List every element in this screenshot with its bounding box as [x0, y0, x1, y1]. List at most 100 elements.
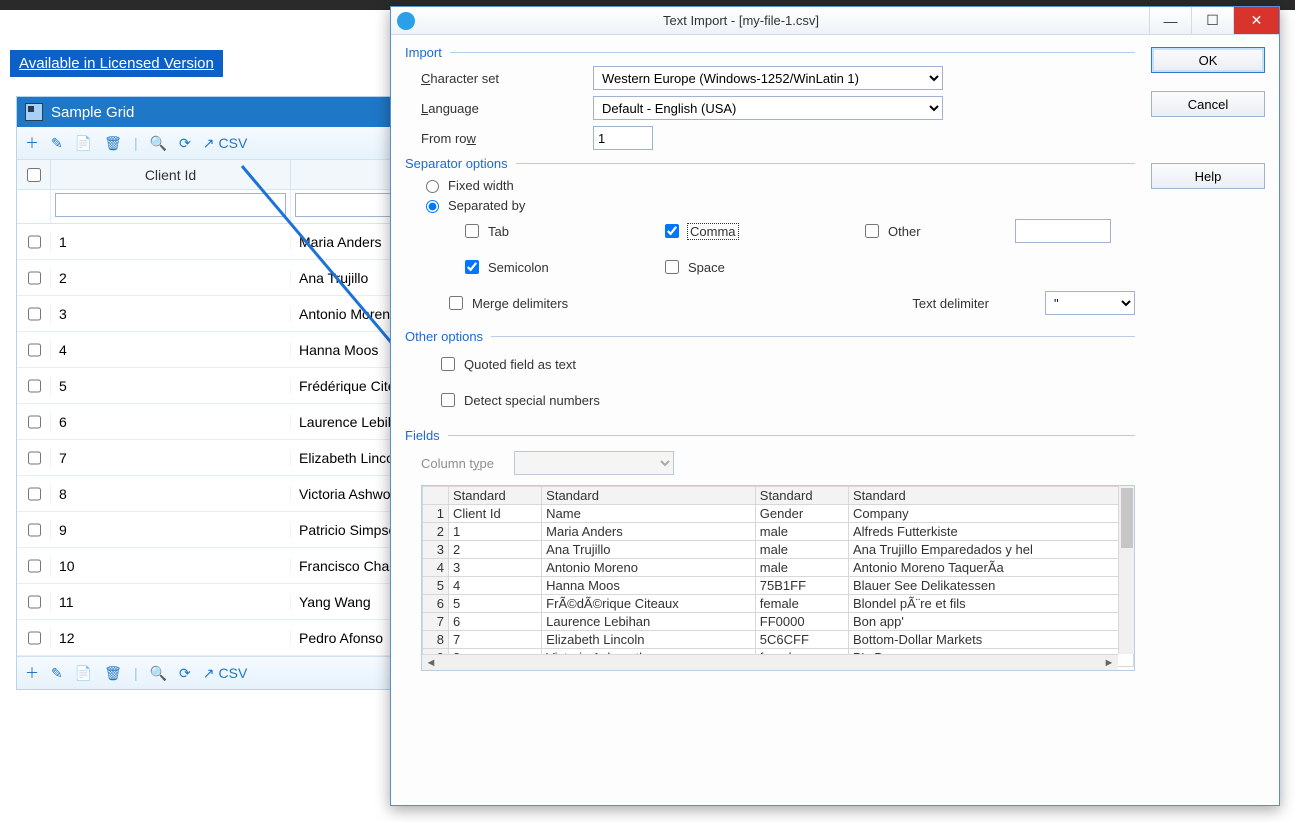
preview-col-header[interactable]: Standard [755, 487, 848, 505]
column-type-select[interactable] [514, 451, 674, 475]
row-checkbox[interactable] [28, 595, 41, 609]
edit-row-button-b[interactable]: ✎ [51, 665, 63, 682]
separated-by-label: Separated by [448, 198, 525, 213]
row-checkbox[interactable] [28, 487, 41, 501]
dialog-titlebar[interactable]: Text Import - [my-file-1.csv] — ☐ ✕ [391, 7, 1279, 35]
other-checkbox[interactable] [865, 224, 879, 238]
preview-table[interactable]: StandardStandardStandardStandard1Client … [422, 486, 1134, 667]
search-button-b[interactable]: 🔍 [150, 665, 167, 682]
merge-delimiters-checkbox[interactable] [449, 296, 463, 310]
refresh-button[interactable]: ⟳ [179, 135, 191, 152]
preview-cell: Client Id [449, 505, 542, 523]
comma-checkbox[interactable] [665, 224, 679, 238]
preview-cell: Antonio Moreno [542, 559, 756, 577]
preview-row-number: 3 [423, 541, 449, 559]
delete-row-button[interactable]: 🗑 [104, 135, 122, 152]
search-button[interactable]: 🔍 [150, 135, 167, 152]
detect-numbers-checkbox[interactable] [441, 393, 455, 407]
hscroll-right[interactable]: ► [1102, 656, 1116, 670]
preview-row-number: 7 [423, 613, 449, 631]
preview-cell: 2 [449, 541, 542, 559]
preview-vscroll[interactable] [1118, 486, 1134, 654]
cell-client-id: 5 [51, 378, 291, 394]
preview-cell: Maria Anders [542, 523, 756, 541]
semicolon-checkbox[interactable] [465, 260, 479, 274]
preview-row-number: 2 [423, 523, 449, 541]
row-checkbox[interactable] [28, 559, 41, 573]
preview-table-wrap: StandardStandardStandardStandard1Client … [421, 485, 1135, 671]
charset-label: Character set [421, 71, 581, 86]
row-checkbox[interactable] [28, 235, 41, 249]
help-button[interactable]: Help [1151, 163, 1265, 189]
select-all-checkbox[interactable] [27, 168, 41, 182]
preview-cell: Blondel pÃ¨re et fils [848, 595, 1133, 613]
export-csv-button-b[interactable]: ↗ CSV [203, 665, 248, 682]
row-checkbox[interactable] [28, 523, 41, 537]
text-import-dialog: Text Import - [my-file-1.csv] — ☐ ✕ Impo… [390, 6, 1280, 806]
delete-row-button-b[interactable]: 🗑 [104, 665, 122, 682]
preview-cell: Ana Trujillo [542, 541, 756, 559]
preview-cell: Alfreds Futterkiste [848, 523, 1133, 541]
licensed-version-link[interactable]: Available in Licensed Version [10, 50, 223, 77]
space-checkbox[interactable] [665, 260, 679, 274]
hscroll-left[interactable]: ◄ [424, 656, 438, 670]
preview-col-header[interactable]: Standard [848, 487, 1133, 505]
preview-hscroll[interactable]: ◄ ► [422, 654, 1118, 670]
row-checkbox[interactable] [28, 307, 41, 321]
add-row-button[interactable]: ＋ [25, 133, 39, 153]
preview-cell: Antonio Moreno TaquerÃ­a [848, 559, 1133, 577]
language-select[interactable]: Default - English (USA) [593, 96, 943, 120]
preview-row-number: 1 [423, 505, 449, 523]
preview-row-number: 5 [423, 577, 449, 595]
charset-select[interactable]: Western Europe (Windows-1252/WinLatin 1) [593, 66, 943, 90]
copy-row-button[interactable]: 📄 [75, 135, 92, 152]
header-check-cell[interactable] [17, 160, 51, 189]
preview-cell: Name [542, 505, 756, 523]
add-row-button-b[interactable]: ＋ [25, 663, 39, 683]
cell-client-id: 4 [51, 342, 291, 358]
other-input[interactable] [1015, 219, 1111, 243]
edit-row-button[interactable]: ✎ [51, 135, 63, 152]
copy-row-button-b[interactable]: 📄 [75, 665, 92, 682]
tab-checkbox[interactable] [465, 224, 479, 238]
preview-cell: 5C6CFF [755, 631, 848, 649]
cell-client-id: 12 [51, 630, 291, 646]
preview-col-header[interactable]: Standard [449, 487, 542, 505]
preview-cell: 1 [449, 523, 542, 541]
preview-cell: 4 [449, 577, 542, 595]
export-csv-button[interactable]: ↗ CSV [203, 135, 248, 152]
preview-cell: Gender [755, 505, 848, 523]
fixed-width-radio[interactable] [426, 180, 439, 193]
separated-by-radio[interactable] [426, 200, 439, 213]
preview-row-number: 4 [423, 559, 449, 577]
preview-row-number: 8 [423, 631, 449, 649]
text-delimiter-select[interactable]: " [1045, 291, 1135, 315]
close-button[interactable]: ✕ [1233, 7, 1279, 34]
from-row-input[interactable] [593, 126, 653, 150]
row-checkbox[interactable] [28, 271, 41, 285]
preview-cell: male [755, 541, 848, 559]
row-checkbox[interactable] [28, 631, 41, 645]
cancel-button[interactable]: Cancel [1151, 91, 1265, 117]
quoted-field-checkbox[interactable] [441, 357, 455, 371]
header-client-id[interactable]: Client Id [51, 160, 291, 189]
import-heading: Import [405, 45, 1135, 60]
text-delimiter-label: Text delimiter [912, 296, 989, 311]
maximize-button[interactable]: ☐ [1191, 7, 1233, 34]
dialog-title: Text Import - [my-file-1.csv] [423, 13, 1149, 28]
refresh-button-b[interactable]: ⟳ [179, 665, 191, 682]
ok-button[interactable]: OK [1151, 47, 1265, 73]
app-icon [397, 12, 415, 30]
fields-heading: Fields [405, 428, 1135, 443]
filter-client-id[interactable] [55, 193, 286, 217]
preview-cell: Bottom-Dollar Markets [848, 631, 1133, 649]
row-checkbox[interactable] [28, 415, 41, 429]
row-checkbox[interactable] [28, 343, 41, 357]
row-checkbox[interactable] [28, 451, 41, 465]
csv-label: CSV [219, 135, 248, 151]
minimize-button[interactable]: — [1149, 7, 1191, 34]
preview-col-header[interactable]: Standard [542, 487, 756, 505]
language-label: Language [421, 101, 581, 116]
cell-client-id: 11 [51, 594, 291, 610]
row-checkbox[interactable] [28, 379, 41, 393]
